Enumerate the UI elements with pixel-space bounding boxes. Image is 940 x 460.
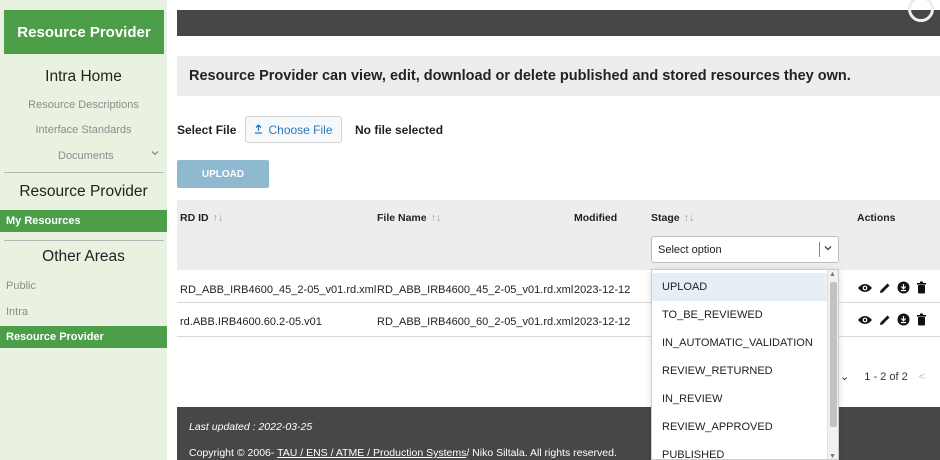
stage-option-review-returned[interactable]: REVIEW_RETURNED xyxy=(652,357,828,385)
pagination-range: 1 - 2 of 2 xyxy=(864,371,908,383)
cell-file-name: RD_ABB_IRB4600_60_2-05_v01.rd.xml xyxy=(377,316,574,328)
stage-option-to-be-reviewed[interactable]: TO_BE_REVIEWED xyxy=(652,301,828,329)
select-divider xyxy=(819,242,820,257)
column-header-rd-id[interactable]: RD ID ↑↓ xyxy=(180,212,223,224)
sidebar-divider xyxy=(4,240,164,241)
chevron-down-icon[interactable] xyxy=(150,148,160,161)
choose-file-label: Choose File xyxy=(268,122,333,137)
pagination: ⌄ 1 - 2 of 2 < xyxy=(840,370,925,383)
delete-icon[interactable] xyxy=(916,281,927,297)
sort-icon[interactable]: ↑↓ xyxy=(213,212,224,224)
view-icon[interactable] xyxy=(857,314,873,329)
delete-icon[interactable] xyxy=(916,313,927,329)
edit-icon[interactable] xyxy=(879,282,891,297)
column-header-file-name[interactable]: File Name ↑↓ xyxy=(377,212,441,224)
rows-per-page-chevron-icon[interactable]: ⌄ xyxy=(840,371,849,383)
sidebar: Resource Provider Intra Home Resource De… xyxy=(0,0,167,460)
select-file-label: Select File xyxy=(177,123,237,137)
sidebar-divider xyxy=(4,172,164,173)
scroll-up-icon[interactable]: ▲ xyxy=(829,271,836,278)
stage-filter-select[interactable]: Select option xyxy=(651,236,839,263)
last-updated-text: Last updated : 2022-03-25 xyxy=(189,421,313,433)
sidebar-item-my-resources[interactable]: My Resources xyxy=(0,210,167,232)
sidebar-item-resource-descriptions[interactable]: Resource Descriptions xyxy=(0,99,167,111)
scroll-down-icon[interactable]: ▼ xyxy=(829,453,836,459)
user-icon[interactable] xyxy=(908,0,934,22)
stage-options-dropdown: UPLOAD TO_BE_REVIEWED IN_AUTOMATIC_VALID… xyxy=(651,269,839,460)
sidebar-section-resource-provider: Resource Provider xyxy=(19,183,148,200)
cell-file-name: RD_ABB_IRB4600_45_2-05_v01.rd.xml xyxy=(377,284,574,296)
top-bar xyxy=(177,0,940,36)
row-actions xyxy=(857,281,927,297)
chevron-down-icon[interactable] xyxy=(823,243,833,256)
stage-option-review-approved[interactable]: REVIEW_APPROVED xyxy=(652,413,828,441)
cell-rd-id: RD_ABB_IRB4600_45_2-05_v01.rd.xml xyxy=(180,284,377,296)
copyright-text: Copyright © 2006- TAU / ENS / ATME / Pro… xyxy=(189,447,617,459)
cell-modified: 2023-12-12 xyxy=(574,316,631,328)
sidebar-section-other-areas: Other Areas xyxy=(42,248,125,265)
stage-option-in-automatic-validation[interactable]: IN_AUTOMATIC_VALIDATION xyxy=(652,329,828,357)
sort-icon[interactable]: ↑↓ xyxy=(431,212,442,224)
sidebar-item-interface-standards[interactable]: Interface Standards xyxy=(0,124,167,136)
column-header-stage[interactable]: Stage ↑↓ xyxy=(651,212,694,224)
row-actions xyxy=(857,313,927,329)
sidebar-section-intra-home[interactable]: Intra Home xyxy=(0,68,167,86)
sidebar-brand[interactable]: Resource Provider xyxy=(4,10,164,54)
sidebar-item-resource-provider[interactable]: Resource Provider xyxy=(0,326,167,348)
sidebar-item-documents[interactable]: Documents xyxy=(58,150,114,162)
scrollbar-thumb[interactable] xyxy=(830,282,837,427)
column-header-actions: Actions xyxy=(857,212,896,224)
view-icon[interactable] xyxy=(857,282,873,297)
cell-rd-id: rd.ABB.IRB4600.60.2-05.v01 xyxy=(180,316,322,328)
prev-page-icon[interactable]: < xyxy=(919,371,925,383)
dropdown-scrollbar[interactable]: ▲ ▼ xyxy=(827,270,838,459)
upload-button[interactable]: UPLOAD xyxy=(177,160,269,188)
stage-filter-placeholder: Select option xyxy=(658,243,722,256)
choose-file-button[interactable]: Choose File xyxy=(245,116,342,143)
download-icon[interactable] xyxy=(897,281,910,297)
download-icon[interactable] xyxy=(897,313,910,329)
sidebar-item-public[interactable]: Public xyxy=(6,280,36,292)
no-file-selected-text: No file selected xyxy=(355,123,444,137)
stage-option-upload[interactable]: UPLOAD xyxy=(652,273,828,301)
upload-arrow-icon xyxy=(254,123,263,137)
info-banner: Resource Provider can view, edit, downlo… xyxy=(177,56,940,96)
sidebar-item-intra[interactable]: Intra xyxy=(6,306,28,318)
column-header-modified: Modified xyxy=(574,212,618,224)
stage-option-in-review[interactable]: IN_REVIEW xyxy=(652,385,828,413)
edit-icon[interactable] xyxy=(879,314,891,329)
cell-modified: 2023-12-12 xyxy=(574,284,631,296)
sort-icon[interactable]: ↑↓ xyxy=(684,212,695,224)
stage-option-published[interactable]: PUBLISHED xyxy=(652,441,828,459)
copyright-link[interactable]: TAU / ENS / ATME / Production Systems xyxy=(277,447,466,459)
